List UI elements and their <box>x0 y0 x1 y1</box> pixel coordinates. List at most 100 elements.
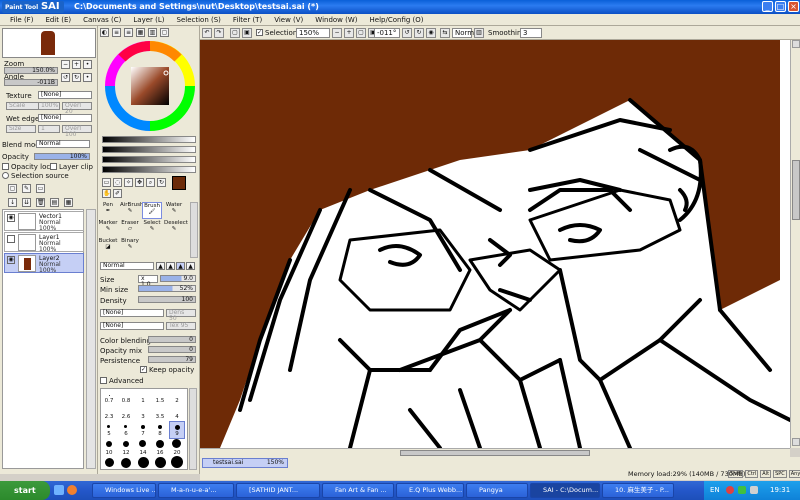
rotate-cw-button[interactable]: ↻ <box>414 28 424 38</box>
round-brush-icon[interactable]: ▲ <box>166 262 175 270</box>
smoothing-select[interactable]: 3 <box>520 28 542 38</box>
scroll-up-arrow[interactable] <box>792 40 800 48</box>
opacity-slider[interactable]: 100% <box>34 153 90 160</box>
size-presets-scrollbar[interactable] <box>189 388 197 470</box>
maximize-button[interactable]: □ <box>775 1 786 12</box>
tool-brush[interactable]: Brush 🖌 <box>142 202 162 219</box>
navigator-thumbnail[interactable] <box>2 28 96 58</box>
canvas-vertical-scrollbar[interactable] <box>790 40 800 448</box>
rotate-reset-button[interactable]: ◉ <box>426 28 436 38</box>
brush-size-multiplier[interactable]: x 1.0 <box>138 275 158 288</box>
merge-down-icon[interactable]: ⇊ <box>22 198 31 207</box>
deselect-icon[interactable]: ▢ <box>230 28 240 38</box>
zoom-in-icon[interactable]: + <box>72 60 81 69</box>
keep-opacity-checkbox[interactable]: ✓ <box>140 366 147 373</box>
zoom-icon[interactable]: ⌕ <box>146 178 155 187</box>
hsv-slider-tab-icon[interactable]: ≡ <box>124 28 133 37</box>
tool-pen[interactable]: Pen ✒ <box>98 202 118 219</box>
visibility-eye-icon[interactable]: ◉ <box>7 256 15 264</box>
size-dot[interactable] <box>123 441 129 447</box>
scroll-down-arrow[interactable] <box>792 438 800 446</box>
size-dot[interactable] <box>172 439 181 448</box>
clock[interactable]: 19:31 <box>770 481 790 500</box>
zoom-out-icon[interactable]: − <box>61 60 70 69</box>
blue-slider[interactable] <box>102 156 196 163</box>
green-slider[interactable] <box>102 146 196 153</box>
stabilizer-toggle-button[interactable]: ▥ <box>474 28 484 38</box>
zoom-in-button[interactable]: + <box>344 28 354 38</box>
opacity-mix-slider[interactable]: 0 <box>148 346 196 353</box>
task-sai[interactable]: SAI - C:\Docum... <box>530 483 600 498</box>
flip-horizontal-button[interactable]: ⇆ <box>440 28 450 38</box>
brush-shape-select[interactable]: [None] <box>100 309 164 317</box>
show-desktop-icon[interactable] <box>54 485 64 495</box>
redo-icon[interactable]: ↷ <box>214 28 224 38</box>
menu-canvas[interactable]: Canvas (C) <box>77 16 127 24</box>
menu-help[interactable]: Help/Config (O) <box>364 16 430 24</box>
color-wheel-tab-icon[interactable]: ◐ <box>100 28 109 37</box>
menu-view[interactable]: View (V) <box>268 16 309 24</box>
new-folder-icon[interactable]: ▭ <box>36 184 45 193</box>
task-manueal[interactable]: M-a-n-u-e-a'... <box>158 483 234 498</box>
layer-clip-checkbox[interactable] <box>50 163 57 170</box>
select-rect-icon[interactable]: ▭ <box>102 178 111 187</box>
firefox-icon[interactable] <box>67 485 77 495</box>
layer-mask-icon[interactable]: ▦ <box>64 198 73 207</box>
size-dot[interactable] <box>107 425 110 428</box>
layer-item-vector1[interactable]: ◉ Vector1 Normal 100% <box>4 211 84 232</box>
color-sliders[interactable] <box>102 136 196 176</box>
tool-binary[interactable]: Binary ✎ <box>120 238 140 255</box>
close-button[interactable]: × <box>788 1 799 12</box>
size-dot[interactable] <box>141 425 145 429</box>
size-dot[interactable] <box>155 457 166 468</box>
minimize-button[interactable]: _ <box>762 1 773 12</box>
tool-deselect[interactable]: Deselect ✎ <box>164 220 188 237</box>
rotate-left-icon[interactable]: ↺ <box>61 73 70 82</box>
task-sathid[interactable]: [SATHID JANT... <box>236 483 320 498</box>
size-dot[interactable] <box>139 440 146 447</box>
menu-file[interactable]: File (F) <box>4 16 39 24</box>
advanced-checkbox[interactable] <box>100 377 107 384</box>
size-dot[interactable] <box>171 456 183 468</box>
wet-edge-select[interactable]: [None] <box>38 114 92 122</box>
document-tab[interactable]: testsai.sai 150% <box>202 458 288 468</box>
density-slider[interactable]: 100 <box>138 296 196 303</box>
red-slider[interactable] <box>102 136 196 143</box>
tool-bucket[interactable]: Bucket ◪ <box>98 238 118 255</box>
eyedropper-icon[interactable]: ✐ <box>113 189 122 198</box>
tray-network-icon[interactable] <box>738 486 746 494</box>
scratchpad-tab-icon[interactable]: ▢ <box>160 28 169 37</box>
menu-selection[interactable]: Selection (S) <box>171 16 227 24</box>
start-button[interactable]: start <box>0 481 50 500</box>
language-indicator[interactable]: EN <box>710 481 720 500</box>
rotate-icon[interactable]: ↻ <box>157 178 166 187</box>
brush-texture-select[interactable]: [None] <box>100 322 164 330</box>
task-pangya[interactable]: Pangya <box>466 483 528 498</box>
lasso-icon[interactable]: ◌ <box>113 178 122 187</box>
invert-selection-icon[interactable]: ▣ <box>242 28 252 38</box>
menu-layer[interactable]: Layer (L) <box>127 16 170 24</box>
zoom-select[interactable]: 150% <box>296 28 330 38</box>
tray-volume-icon[interactable] <box>750 486 758 494</box>
tool-water[interactable]: Water ✎ <box>164 202 184 219</box>
brush-mode-select[interactable]: Normal <box>100 262 154 270</box>
size-dot[interactable] <box>156 440 164 448</box>
min-size-slider[interactable]: 52% <box>138 285 196 292</box>
visibility-eye-icon[interactable]: ◉ <box>7 214 15 222</box>
clear-layer-icon[interactable]: ▤ <box>50 198 59 207</box>
tool-airbrush[interactable]: AirBrush ✎ <box>120 202 143 219</box>
magic-wand-icon[interactable]: ✧ <box>124 178 133 187</box>
tool-marker[interactable]: Marker ✎ <box>98 220 118 237</box>
zoom-out-button[interactable]: − <box>332 28 342 38</box>
task-eq-plus[interactable]: E.Q Plus Webb... <box>396 483 464 498</box>
selection-source-radio[interactable] <box>2 172 9 179</box>
layer-list-scrollbar[interactable] <box>86 209 96 469</box>
rotate-ccw-button[interactable]: ↺ <box>402 28 412 38</box>
tray-antivirus-icon[interactable] <box>726 486 734 494</box>
soft-brush-icon[interactable]: ▲ <box>176 262 185 270</box>
canvas-horizontal-scrollbar[interactable] <box>200 448 790 457</box>
brush-size-slider[interactable]: 9.0 <box>160 275 196 282</box>
stabilizer-mode-select[interactable]: Normal <box>452 28 480 38</box>
layer-item-layer1[interactable]: Layer1 Normal 100% <box>4 232 84 253</box>
size-dot[interactable] <box>121 458 131 468</box>
